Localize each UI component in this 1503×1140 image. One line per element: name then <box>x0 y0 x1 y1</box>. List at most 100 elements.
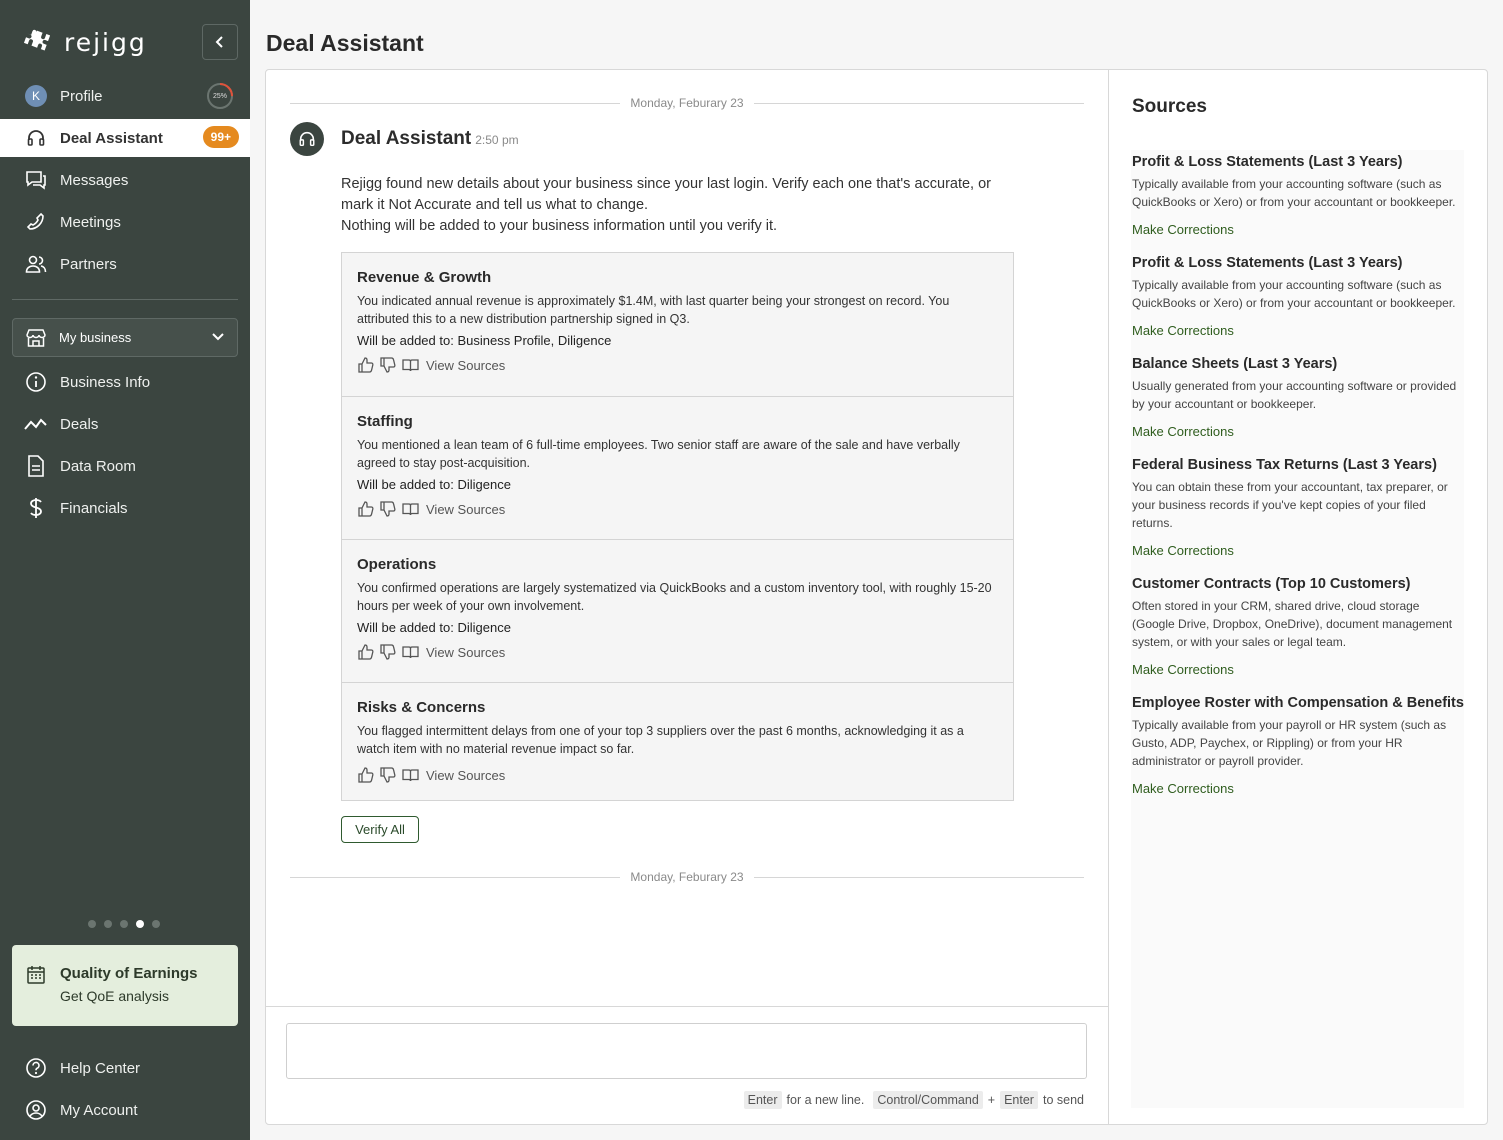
make-corrections-link[interactable]: Make Corrections <box>1132 543 1234 558</box>
card-actions: View Sources <box>357 766 998 784</box>
deal-assistant-panel: Monday, Feburary 23 Deal Assistant 2:50 p… <box>265 69 1488 1125</box>
storefront-icon <box>26 328 46 347</box>
verify-all-button[interactable]: Verify All <box>341 816 419 843</box>
composer-hint: Enter for a new line. Control/Command + … <box>743 1091 1084 1109</box>
thumbs-up-icon[interactable] <box>357 643 375 661</box>
carousel-dots[interactable] <box>88 920 160 928</box>
make-corrections-link[interactable]: Make Corrections <box>1132 662 1234 677</box>
view-sources-link[interactable]: View Sources <box>426 502 505 517</box>
carousel-dot[interactable] <box>152 920 160 928</box>
headset-icon <box>299 131 315 147</box>
hint-plus: + <box>987 1093 996 1107</box>
make-corrections-link[interactable]: Make Corrections <box>1132 781 1234 796</box>
trend-icon <box>24 418 47 430</box>
date-separator-label: Monday, Feburary 23 <box>630 870 744 884</box>
kbd-enter-send: Enter <box>1000 1091 1038 1109</box>
assistant-avatar <box>290 122 324 156</box>
calendar-icon <box>27 966 45 984</box>
sidebar-item-business-info[interactable]: Business Info <box>0 363 250 401</box>
view-sources-link[interactable]: View Sources <box>426 358 505 373</box>
make-corrections-link[interactable]: Make Corrections <box>1132 222 1234 237</box>
sidebar-item-profile[interactable]: K Profile 25% <box>0 77 250 115</box>
source-item: Profit & Loss Statements (Last 3 Years) … <box>1131 150 1464 251</box>
sidebar-item-data-room[interactable]: Data Room <box>0 447 250 485</box>
unread-badge: 99+ <box>202 126 239 148</box>
source-item: Employee Roster with Compensation & Bene… <box>1131 691 1464 810</box>
book-icon <box>401 766 419 784</box>
card-description: You confirmed operations are largely sys… <box>357 581 992 613</box>
business-selector-label: My business <box>59 330 132 345</box>
chat-thread: Monday, Feburary 23 Deal Assistant 2:50 p… <box>266 70 1108 1006</box>
finding-card: Revenue & Growth You indicated annual re… <box>342 253 1013 396</box>
sidebar-item-label: Financials <box>60 499 128 517</box>
hint-send-text: to send <box>1042 1093 1084 1107</box>
source-item: Profit & Loss Statements (Last 3 Years) … <box>1131 251 1464 352</box>
account-icon <box>26 1100 46 1120</box>
date-separator-label: Monday, Feburary 23 <box>630 96 744 110</box>
source-title: Profit & Loss Statements (Last 3 Years) <box>1132 255 1403 271</box>
carousel-dot[interactable] <box>120 920 128 928</box>
card-description: You flagged intermittent delays from one… <box>357 724 964 756</box>
card-description: You indicated annual revenue is approxim… <box>357 294 950 326</box>
business-selector[interactable]: My business <box>12 318 238 357</box>
qoe-promo-card[interactable]: Quality of Earnings Get QoE analysis <box>12 945 238 1026</box>
sidebar-item-label: Data Room <box>60 457 136 475</box>
sidebar-item-deals[interactable]: Deals <box>0 405 250 443</box>
date-separator: Monday, Feburary 23 <box>290 93 1085 113</box>
profile-progress-text: 25% <box>212 92 227 100</box>
dollar-icon <box>30 498 42 518</box>
source-description: Often stored in your CRM, shared drive, … <box>1132 599 1453 649</box>
thumbs-up-icon[interactable] <box>357 356 375 374</box>
sidebar-item-my-account[interactable]: My Account <box>0 1091 250 1129</box>
card-actions: View Sources <box>357 356 998 374</box>
card-actions: View Sources <box>357 643 998 661</box>
message-time: 2:50 pm <box>475 133 519 147</box>
collapse-sidebar-button[interactable] <box>202 24 238 60</box>
sidebar-item-label: Partners <box>60 255 117 273</box>
sidebar-item-label: Business Info <box>60 373 151 391</box>
thumbs-down-icon[interactable] <box>379 356 397 374</box>
findings-cards: Revenue & Growth You indicated annual re… <box>341 252 1014 801</box>
sidebar-item-partners[interactable]: Partners <box>0 245 250 283</box>
make-corrections-link[interactable]: Make Corrections <box>1132 323 1234 338</box>
message-input[interactable] <box>286 1023 1087 1079</box>
view-sources-link[interactable]: View Sources <box>426 645 505 660</box>
intro-line-2: Nothing will be added to your business i… <box>341 218 778 234</box>
sidebar-item-help-center[interactable]: Help Center <box>0 1049 250 1087</box>
info-icon <box>26 372 46 392</box>
brand-logo[interactable]: rejigg <box>22 24 238 60</box>
sender-name: Deal Assistant <box>341 128 472 149</box>
sidebar-item-label: Messages <box>60 171 129 189</box>
sidebar: rejigg K Profile 25% Deal Assistant 99+ … <box>0 0 250 1140</box>
qoe-title: Quality of Earnings <box>60 965 198 982</box>
sidebar-item-messages[interactable]: Messages <box>0 161 250 199</box>
kbd-control-command: Control/Command <box>873 1091 983 1109</box>
carousel-dot[interactable] <box>104 920 112 928</box>
sidebar-item-label: Deals <box>60 415 99 433</box>
card-destination: Will be added to: Diligence <box>357 620 511 635</box>
thumbs-up-icon[interactable] <box>357 500 375 518</box>
date-separator: Monday, Feburary 23 <box>290 867 1085 887</box>
thumbs-down-icon[interactable] <box>379 500 397 518</box>
sidebar-item-deal-assistant[interactable]: Deal Assistant 99+ <box>0 119 250 157</box>
chevron-left-icon <box>215 36 223 48</box>
source-item: Customer Contracts (Top 10 Customers) Of… <box>1131 572 1464 691</box>
messages-icon <box>26 171 46 190</box>
carousel-dot[interactable] <box>88 920 96 928</box>
thumbs-up-icon[interactable] <box>357 766 375 784</box>
view-sources-link[interactable]: View Sources <box>426 768 505 783</box>
sidebar-item-meetings[interactable]: Meetings <box>0 203 250 241</box>
carousel-dot[interactable] <box>136 920 144 928</box>
thumbs-down-icon[interactable] <box>379 643 397 661</box>
card-title: Operations <box>357 556 437 573</box>
avatar: K <box>25 85 47 107</box>
thumbs-down-icon[interactable] <box>379 766 397 784</box>
document-icon <box>28 455 44 477</box>
make-corrections-link[interactable]: Make Corrections <box>1132 424 1234 439</box>
sidebar-item-label: Deal Assistant <box>60 129 163 147</box>
book-icon <box>401 500 419 518</box>
source-title: Federal Business Tax Returns (Last 3 Yea… <box>1132 457 1437 473</box>
source-title: Profit & Loss Statements (Last 3 Years) <box>1132 154 1403 170</box>
sidebar-item-financials[interactable]: Financials <box>0 489 250 527</box>
finding-card: Operations You confirmed operations are … <box>342 539 1013 682</box>
